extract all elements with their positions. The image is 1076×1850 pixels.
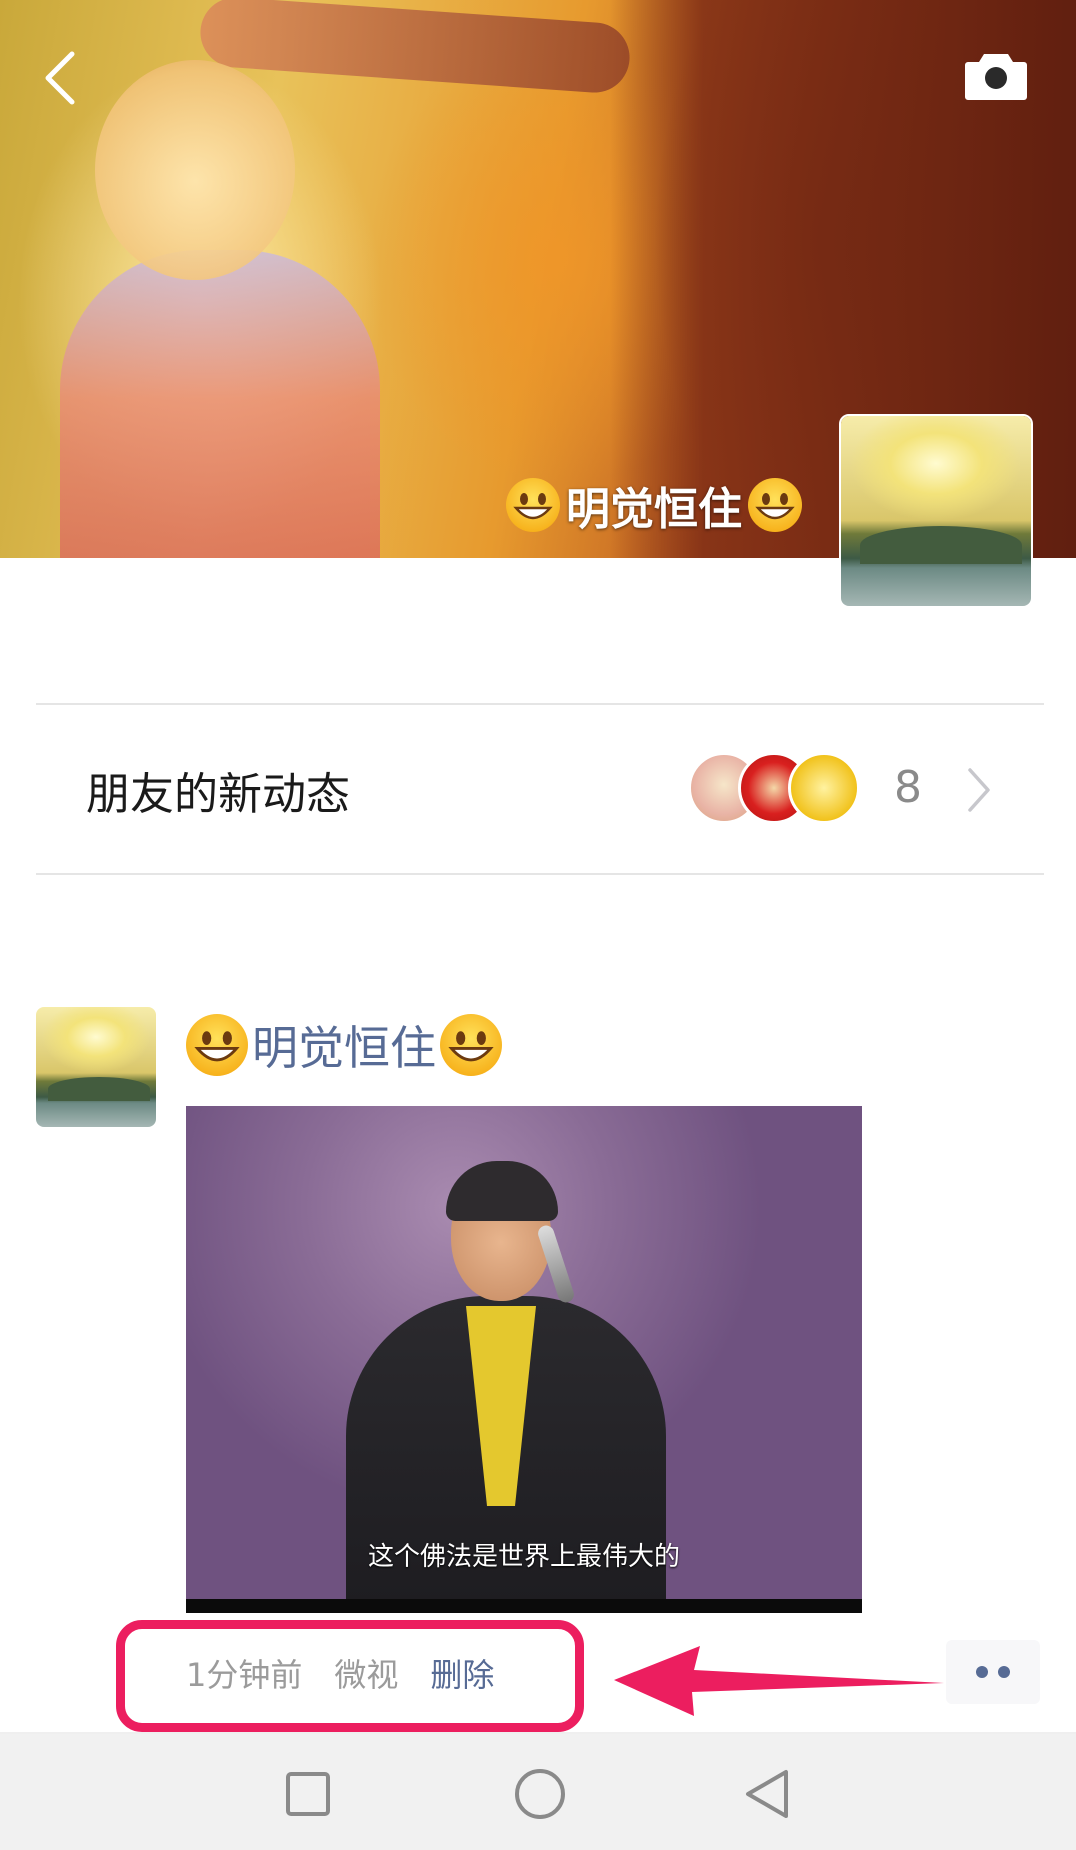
landscape-avatar-image [841, 416, 1031, 606]
system-navigation-bar [0, 1734, 1076, 1850]
video-subtitle: 这个佛法是世界上最伟大的 [367, 1542, 680, 1572]
post-author-name[interactable]: 明觉恒住 [186, 1010, 502, 1080]
annotation-highlight-box [116, 1620, 584, 1732]
system-back-button[interactable] [738, 1764, 798, 1824]
home-button[interactable] [510, 1764, 570, 1824]
circle-icon [515, 1769, 565, 1819]
more-actions-button[interactable] [946, 1640, 1040, 1704]
friends-updates-row[interactable]: 朋友的新动态 8 [36, 706, 1044, 872]
post-author-avatar[interactable] [36, 1007, 156, 1127]
chevron-left-icon [45, 51, 75, 105]
square-icon [286, 1772, 330, 1816]
post-video-thumbnail[interactable]: 这个佛法是世界上最伟大的 [186, 1106, 862, 1613]
camera-button[interactable] [964, 48, 1028, 102]
grinning-face-icon [440, 1014, 502, 1076]
landscape-avatar-image [36, 1007, 156, 1127]
grinning-face-icon [506, 478, 560, 532]
cover-painting-girl-head [95, 60, 295, 280]
chevron-right-icon [968, 768, 990, 812]
triangle-back-icon [746, 1770, 788, 1818]
annotation-arrow-icon [614, 1646, 944, 1716]
grinning-face-icon [748, 478, 802, 532]
camera-icon [965, 54, 1027, 100]
cover-painting-arm [198, 0, 632, 95]
cover-display-name: 明觉恒住 [506, 470, 802, 540]
friends-updates-count: 8 [894, 762, 922, 813]
back-button[interactable] [40, 48, 82, 108]
cover-name-text: 明觉恒住 [566, 484, 742, 535]
recent-apps-button[interactable] [278, 1764, 338, 1824]
grinning-face-icon [186, 1014, 248, 1076]
more-dot [998, 1666, 1010, 1678]
friends-avatar-stack [688, 752, 868, 828]
friends-updates-title: 朋友的新动态 [86, 769, 350, 820]
post-author-name-text: 明觉恒住 [252, 1021, 436, 1075]
video-singer-hair [446, 1161, 558, 1221]
more-dot [976, 1666, 988, 1678]
friend-avatar [788, 752, 860, 824]
cover-painting-girl-dress [60, 250, 380, 558]
divider [36, 703, 1044, 705]
video-bottom-bar [186, 1599, 862, 1613]
divider [36, 873, 1044, 875]
profile-avatar[interactable] [839, 414, 1033, 608]
